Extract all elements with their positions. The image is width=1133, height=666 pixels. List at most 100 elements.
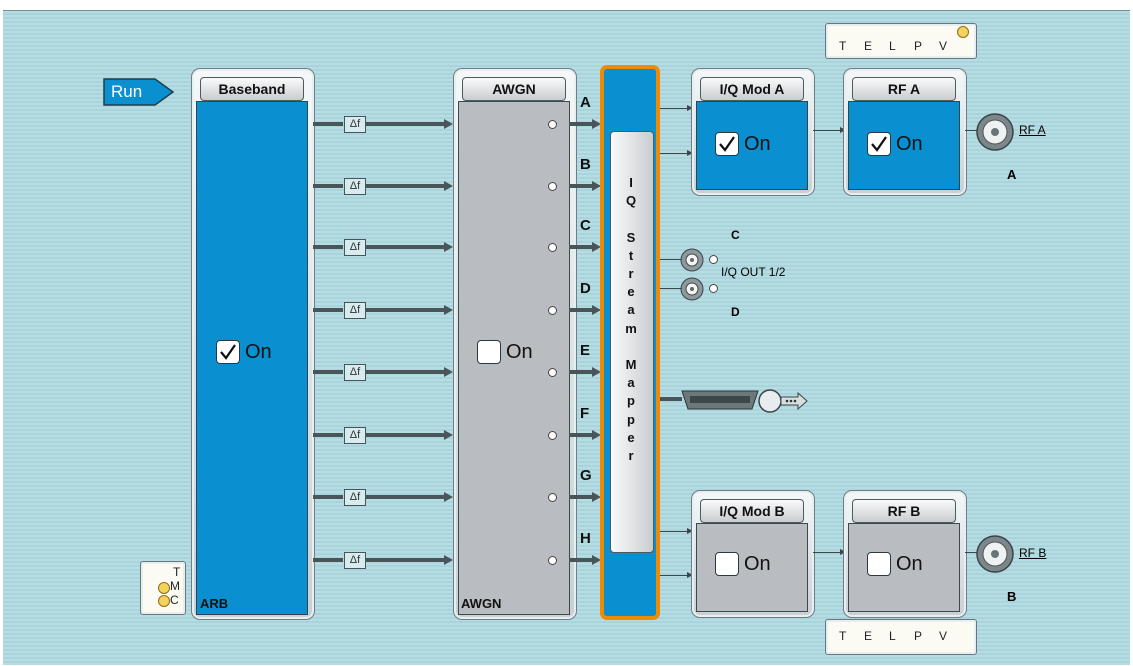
awgn-on-label: On xyxy=(506,340,533,363)
delta-f-button[interactable]: Δf xyxy=(344,552,366,569)
path-baseband-awgn xyxy=(366,495,445,499)
led-v-icon xyxy=(957,26,969,38)
rf-a-on-checkbox[interactable]: On xyxy=(867,132,923,156)
path-mapper-moda-2 xyxy=(660,153,688,154)
arrow-icon xyxy=(444,492,453,502)
rf-a-connector-icon[interactable] xyxy=(975,112,1015,157)
checkbox-unchecked-icon xyxy=(477,340,501,364)
path-mapper-iqout-2 xyxy=(660,288,682,289)
path-awgn-mapper xyxy=(569,122,593,126)
canvas: Run Baseband On ARB T M C Δf Δf Δf Δf Δf Δf Δf… xyxy=(0,0,1133,666)
delta-f-button[interactable]: Δf xyxy=(344,302,366,319)
path-baseband-awgn xyxy=(313,184,343,188)
rf-a-connector-label[interactable]: RF A xyxy=(1019,123,1046,137)
port-icon xyxy=(548,306,557,315)
iq-out-d-connector-icon[interactable] xyxy=(679,276,705,307)
checkbox-unchecked-icon xyxy=(715,552,739,576)
rf-a-status-panel xyxy=(825,23,977,59)
delta-f-button[interactable]: Δf xyxy=(344,364,366,381)
mapper-letter: p xyxy=(627,411,635,427)
baseband-footer: ARB xyxy=(200,596,229,611)
iq-mod-b-on-label: On xyxy=(744,552,771,575)
port-icon xyxy=(548,368,557,377)
led-c-icon xyxy=(158,595,170,607)
awgn-footer: AWGN xyxy=(461,596,502,611)
iq-mod-b-button[interactable]: I/Q Mod B xyxy=(700,499,804,523)
baseband-on-checkbox[interactable]: On xyxy=(216,340,272,364)
delta-f-button[interactable]: Δf xyxy=(344,116,366,133)
run-button[interactable]: Run xyxy=(103,78,175,106)
digital-out-connector-icon[interactable] xyxy=(680,387,810,420)
mapper-letter: S xyxy=(626,229,636,245)
delta-f-button[interactable]: Δf xyxy=(344,178,366,195)
path-baseband-awgn xyxy=(313,495,343,499)
port-icon xyxy=(709,284,718,293)
mapper-letter: a xyxy=(627,302,635,318)
path-mapper-moda-1 xyxy=(660,108,688,109)
status-letter: T xyxy=(839,39,847,53)
iq-mod-a-on-checkbox[interactable]: On xyxy=(715,132,771,156)
port-icon xyxy=(548,431,557,440)
status-letter: V xyxy=(939,629,948,643)
awgn-button[interactable]: AWGN xyxy=(462,77,566,101)
iq-out-label[interactable]: I/Q OUT 1/2 xyxy=(721,265,785,279)
delta-f-button[interactable]: Δf xyxy=(344,427,366,444)
path-awgn-mapper xyxy=(569,245,593,249)
path-baseband-awgn xyxy=(366,433,445,437)
path-mapper-iqout xyxy=(660,259,682,260)
path-awgn-mapper xyxy=(569,495,593,499)
iq-out-c-connector-icon[interactable] xyxy=(679,247,705,278)
path-mapper-modb-1 xyxy=(660,531,688,532)
path-awgn-mapper xyxy=(569,370,593,374)
checkbox-checked-icon xyxy=(867,132,891,156)
port-icon xyxy=(548,182,557,191)
path-baseband-awgn xyxy=(313,245,343,249)
status-t: T xyxy=(173,565,181,579)
stream-letter: H xyxy=(580,530,591,547)
run-label: Run xyxy=(111,82,143,101)
path-baseband-awgn xyxy=(366,558,445,562)
iq-mod-b-on-checkbox[interactable]: On xyxy=(715,552,771,576)
mapper-letter: p xyxy=(627,393,635,409)
awgn-on-checkbox[interactable]: On xyxy=(477,340,533,364)
iq-out-d-label: D xyxy=(731,305,740,319)
mapper-letter: e xyxy=(627,284,635,300)
arrow-icon xyxy=(444,305,453,315)
status-letter: P xyxy=(914,39,923,53)
delta-f-button[interactable]: Δf xyxy=(344,239,366,256)
stream-letter: E xyxy=(580,342,591,359)
rf-b-on-checkbox[interactable]: On xyxy=(867,552,923,576)
status-letter: V xyxy=(939,39,948,53)
stream-letter: F xyxy=(580,405,590,422)
port-icon xyxy=(709,255,718,264)
status-letter: E xyxy=(864,629,873,643)
baseband-button[interactable]: Baseband xyxy=(200,77,304,101)
stream-letter: B xyxy=(580,156,591,173)
checkbox-unchecked-icon xyxy=(867,552,891,576)
rf-b-button[interactable]: RF B xyxy=(852,499,956,523)
iq-mod-a-on-label: On xyxy=(744,132,771,155)
arrow-icon xyxy=(444,430,453,440)
delta-f-button[interactable]: Δf xyxy=(344,489,366,506)
iq-mod-a-button[interactable]: I/Q Mod A xyxy=(700,77,804,101)
path-baseband-awgn xyxy=(313,308,343,312)
rf-b-connector-label[interactable]: RF B xyxy=(1019,546,1046,560)
path-baseband-awgn xyxy=(366,370,445,374)
stream-letter: G xyxy=(580,467,592,484)
mapper-letter: r xyxy=(628,448,634,463)
mapper-letter: Q xyxy=(625,193,637,209)
stream-letter: D xyxy=(580,280,591,297)
rf-a-button[interactable]: RF A xyxy=(852,77,956,101)
arrow-icon xyxy=(444,367,453,377)
mapper-letter: m xyxy=(625,320,637,336)
path-baseband-awgn xyxy=(313,558,343,562)
path-baseband-awgn xyxy=(366,122,445,126)
status-letter: E xyxy=(864,39,873,53)
arrow-icon xyxy=(444,242,453,252)
mapper-letter: I xyxy=(629,175,633,190)
port-icon xyxy=(548,556,557,565)
mapper-letter: e xyxy=(627,429,635,445)
port-icon xyxy=(548,243,557,252)
rf-b-connector-icon[interactable] xyxy=(975,534,1015,579)
path-mapper-digital xyxy=(660,397,682,401)
